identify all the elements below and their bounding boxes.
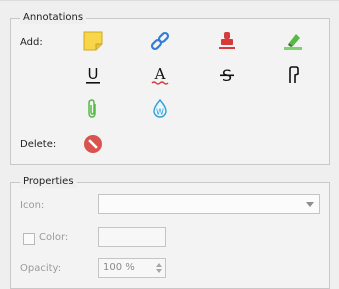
strikeout-icon[interactable]: S bbox=[217, 65, 237, 85]
svg-text:A: A bbox=[154, 65, 166, 83]
top-divider bbox=[0, 0, 339, 1]
watermark-icon[interactable]: W bbox=[150, 99, 170, 119]
sticky-note-icon[interactable] bbox=[83, 31, 103, 51]
link-icon[interactable] bbox=[150, 31, 170, 51]
annotations-group: Annotations Add: U A S W Delete: bbox=[10, 12, 330, 165]
delete-label: Delete: bbox=[20, 139, 57, 150]
chevron-down-icon bbox=[306, 202, 314, 207]
icon-label: Icon: bbox=[20, 200, 45, 211]
delete-icon[interactable] bbox=[83, 134, 103, 154]
highlighter-icon[interactable] bbox=[283, 31, 303, 51]
annotations-group-title: Annotations bbox=[20, 12, 87, 24]
attachment-icon[interactable] bbox=[83, 99, 103, 119]
color-checkbox[interactable] bbox=[23, 233, 35, 245]
underline-icon[interactable]: U bbox=[83, 65, 103, 85]
svg-text:W: W bbox=[156, 108, 164, 117]
opacity-spinbox[interactable]: 100 % bbox=[98, 258, 166, 278]
add-label: Add: bbox=[20, 37, 43, 48]
properties-group: Properties Icon: Color: Opacity: 100 % bbox=[10, 176, 330, 289]
spin-up-icon[interactable] bbox=[156, 263, 162, 267]
opacity-label: Opacity: bbox=[20, 263, 62, 274]
spin-down-icon[interactable] bbox=[156, 269, 162, 273]
color-picker[interactable] bbox=[98, 227, 166, 247]
icon-dropdown[interactable] bbox=[98, 194, 320, 214]
squiggly-underline-icon[interactable]: A bbox=[150, 65, 170, 85]
svg-text:U: U bbox=[88, 65, 99, 83]
properties-group-title: Properties bbox=[20, 176, 77, 188]
stamp-icon[interactable] bbox=[217, 31, 237, 51]
freehand-icon[interactable] bbox=[283, 65, 303, 85]
color-label: Color: bbox=[39, 232, 69, 243]
opacity-value: 100 % bbox=[103, 262, 135, 273]
